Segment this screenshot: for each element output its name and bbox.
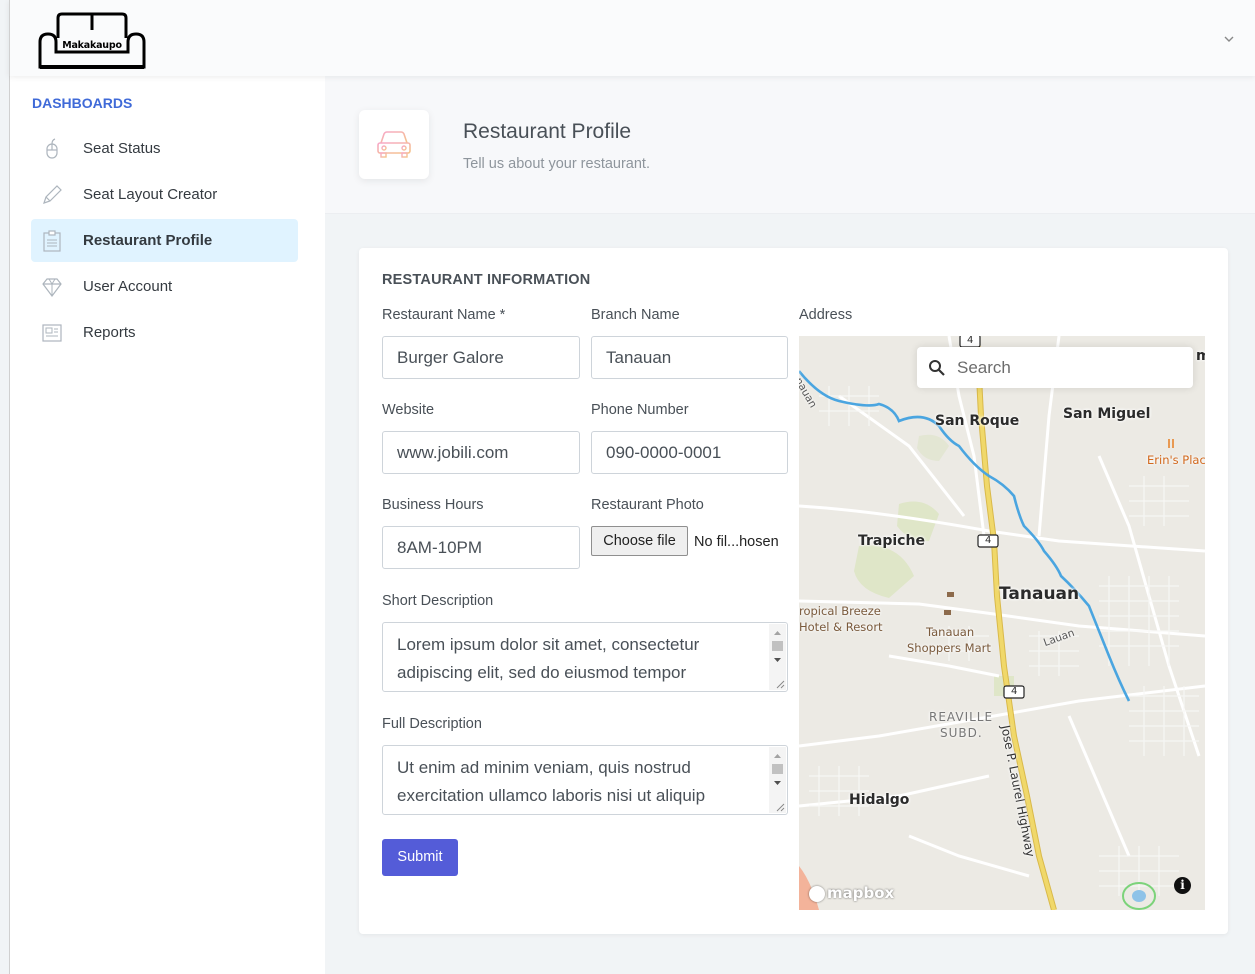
website-input[interactable]: www.jobili.com	[382, 431, 580, 474]
full-description-label: Full Description	[382, 716, 482, 732]
page-subtitle: Tell us about your restaurant.	[463, 156, 650, 172]
map-label-tanauan: Tanauan	[999, 584, 1080, 604]
pencil-icon	[43, 185, 62, 204]
map-label-edge: m	[1196, 348, 1205, 364]
file-name-text: No fil...hosen	[694, 534, 779, 550]
app-header: Makakaupo	[9, 0, 1255, 76]
sidebar: DASHBOARDS Seat Status Seat Layout Creat…	[9, 76, 325, 974]
route-label-top: 4	[967, 336, 974, 346]
route-label-low: 4	[1011, 686, 1018, 697]
phone-label: Phone Number	[591, 402, 689, 418]
section-title: RESTAURANT INFORMATION	[382, 272, 591, 288]
resize-handle-icon[interactable]	[775, 802, 785, 812]
short-description-label: Short Description	[382, 593, 494, 609]
chevron-down-icon[interactable]	[1223, 34, 1235, 44]
map-search-input[interactable]: Search	[957, 358, 1011, 378]
address-map[interactable]: 4 4 4 Tanauan m Search San Roque San Mig…	[799, 336, 1205, 910]
route-label-mid: 4	[985, 535, 992, 546]
choose-file-button[interactable]: Choose file	[591, 526, 688, 556]
full-description-text: Ut enim ad minim veniam, quis nostrud ex…	[397, 758, 706, 805]
sidebar-item-seat-layout-creator[interactable]: Seat Layout Creator	[31, 173, 298, 216]
website-label: Website	[382, 402, 435, 418]
map-label-san-roque: San Roque	[935, 413, 1020, 429]
restaurant-name-input[interactable]: Burger Galore	[382, 336, 580, 379]
page-icon-box	[359, 110, 429, 179]
logo-text: Makakaupo	[62, 40, 122, 51]
resize-handle-icon[interactable]	[775, 679, 785, 689]
sidebar-item-reports[interactable]: Reports	[31, 311, 298, 354]
restaurant-photo-label: Restaurant Photo	[591, 497, 704, 513]
map-label-hidalgo: Hidalgo	[849, 792, 910, 808]
sidebar-item-seat-status[interactable]: Seat Status	[31, 127, 298, 170]
full-description-textarea[interactable]: Ut enim ad minim veniam, quis nostrud ex…	[382, 745, 788, 815]
map-label-hotel-resort: Hotel & Resort	[799, 620, 883, 634]
restaurant-name-label: Restaurant Name *	[382, 307, 506, 323]
phone-input[interactable]: 090-0000-0001	[591, 431, 788, 474]
sidebar-item-user-account[interactable]: User Account	[31, 265, 298, 308]
business-hours-input[interactable]: 8AM-10PM	[382, 526, 580, 569]
sidebar-heading: DASHBOARDS	[32, 95, 133, 111]
sidebar-item-label: Reports	[83, 324, 136, 341]
map-label-erins-place: Erin's Place	[1147, 453, 1205, 467]
logo[interactable]: Makakaupo	[36, 12, 148, 70]
mapbox-attribution[interactable]: mapbox	[809, 884, 894, 902]
address-label: Address	[799, 307, 853, 323]
sidebar-item-label: Seat Status	[83, 140, 161, 157]
map-label-reaville: REAVILLE	[929, 710, 994, 724]
business-hours-label: Business Hours	[382, 497, 484, 513]
mapbox-logo-icon	[809, 885, 825, 902]
clipboard-icon	[43, 230, 61, 252]
mapbox-text: mapbox	[827, 884, 895, 902]
submit-button[interactable]: Submit	[382, 839, 458, 876]
car-icon	[377, 131, 411, 158]
map-search-box[interactable]: Search	[917, 347, 1193, 388]
map-label-trapiche: Trapiche	[858, 533, 925, 549]
map-label-subd: SUBD.	[940, 726, 983, 740]
sidebar-item-restaurant-profile[interactable]: Restaurant Profile	[31, 219, 298, 262]
news-icon	[42, 324, 62, 342]
sidebar-item-label: Restaurant Profile	[83, 232, 213, 249]
info-icon[interactable]: i	[1174, 877, 1191, 894]
search-icon	[929, 360, 945, 376]
map-label-tanauan-mart: Tanauan	[926, 625, 975, 639]
restaurant-info-card: RESTAURANT INFORMATION Restaurant Name *…	[359, 248, 1228, 934]
branch-name-label: Branch Name	[591, 307, 680, 323]
page-title: Restaurant Profile	[463, 120, 632, 143]
map-label-shoppers-mart: Shoppers Mart	[907, 641, 991, 655]
branch-name-input[interactable]: Tanauan	[591, 336, 788, 379]
short-description-textarea[interactable]: Lorem ipsum dolor sit amet, consectetur …	[382, 622, 788, 692]
sidebar-item-label: User Account	[83, 278, 173, 295]
diamond-icon	[42, 278, 62, 297]
short-description-text: Lorem ipsum dolor sit amet, consectetur …	[397, 635, 700, 682]
sidebar-item-label: Seat Layout Creator	[83, 186, 218, 203]
map-label-san-miguel: San Miguel	[1063, 406, 1151, 422]
page-title-band: Restaurant Profile Tell us about your re…	[325, 76, 1255, 214]
map-label-tropical-breeze: ropical Breeze	[799, 604, 881, 618]
mouse-icon	[46, 138, 58, 159]
